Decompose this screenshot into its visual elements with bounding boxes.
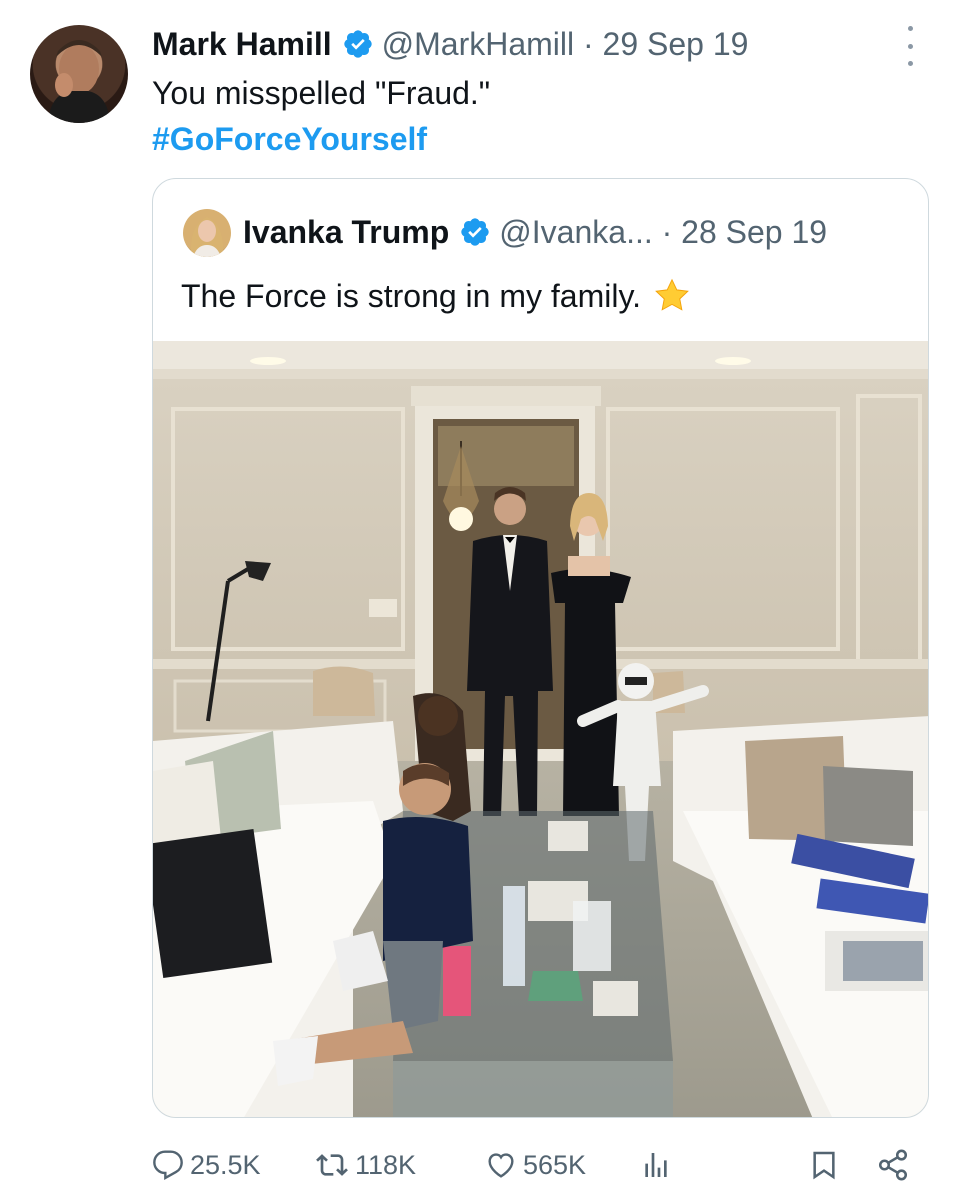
repost-icon — [316, 1154, 348, 1176]
quoted-text: The Force is strong in my family. — [181, 278, 641, 314]
author-avatar[interactable] — [30, 25, 128, 123]
tweet-date[interactable]: 29 Sep 19 — [603, 26, 749, 63]
more-vertical-icon[interactable] — [898, 26, 922, 66]
tweet-text: You misspelled "Fraud." — [152, 75, 491, 111]
author-name-row: Mark Hamill @MarkHamill · 29 Sep 19 — [152, 22, 748, 66]
separator-dot: · — [574, 25, 603, 62]
star-emoji-icon — [653, 277, 691, 315]
share-icon — [878, 1149, 908, 1181]
repost-button[interactable]: 118K — [315, 1140, 416, 1190]
quoted-tweet-card[interactable]: Ivanka Trump @Ivanka... · 28 Sep 19 The … — [152, 178, 929, 1118]
author-name[interactable]: Mark Hamill — [152, 26, 332, 63]
quoted-text-row: The Force is strong in my family. — [181, 275, 691, 317]
quoted-handle[interactable]: @Ivanka... — [499, 214, 652, 251]
hashtag-link[interactable]: #GoForceYourself — [152, 118, 427, 160]
repost-count: 118K — [355, 1149, 417, 1180]
reply-count: 25.5K — [190, 1149, 261, 1180]
separator-dot: · — [652, 213, 682, 250]
quoted-name-row: Ivanka Trump @Ivanka... · 28 Sep 19 — [243, 209, 827, 255]
views-button[interactable] — [640, 1140, 678, 1190]
views-icon — [645, 1153, 667, 1177]
reply-button[interactable]: 25.5K — [152, 1140, 261, 1190]
author-handle[interactable]: @MarkHamill — [382, 26, 574, 63]
bookmark-button[interactable] — [808, 1140, 846, 1190]
like-button[interactable]: 565K — [485, 1140, 586, 1190]
verified-badge-icon — [459, 216, 491, 248]
bookmark-icon — [813, 1151, 835, 1180]
verified-badge-icon — [342, 28, 374, 60]
quoted-author-name[interactable]: Ivanka Trump — [243, 214, 449, 251]
tweet-action-bar: 25.5K 118K 565K — [0, 1140, 959, 1190]
tweet-photo[interactable] — [153, 341, 929, 1118]
share-button[interactable] — [876, 1140, 916, 1190]
like-count: 565K — [523, 1149, 587, 1180]
reply-icon — [153, 1150, 183, 1180]
quoted-author-avatar[interactable] — [183, 209, 231, 257]
quoted-date[interactable]: 28 Sep 19 — [681, 214, 827, 251]
like-icon — [488, 1153, 514, 1178]
